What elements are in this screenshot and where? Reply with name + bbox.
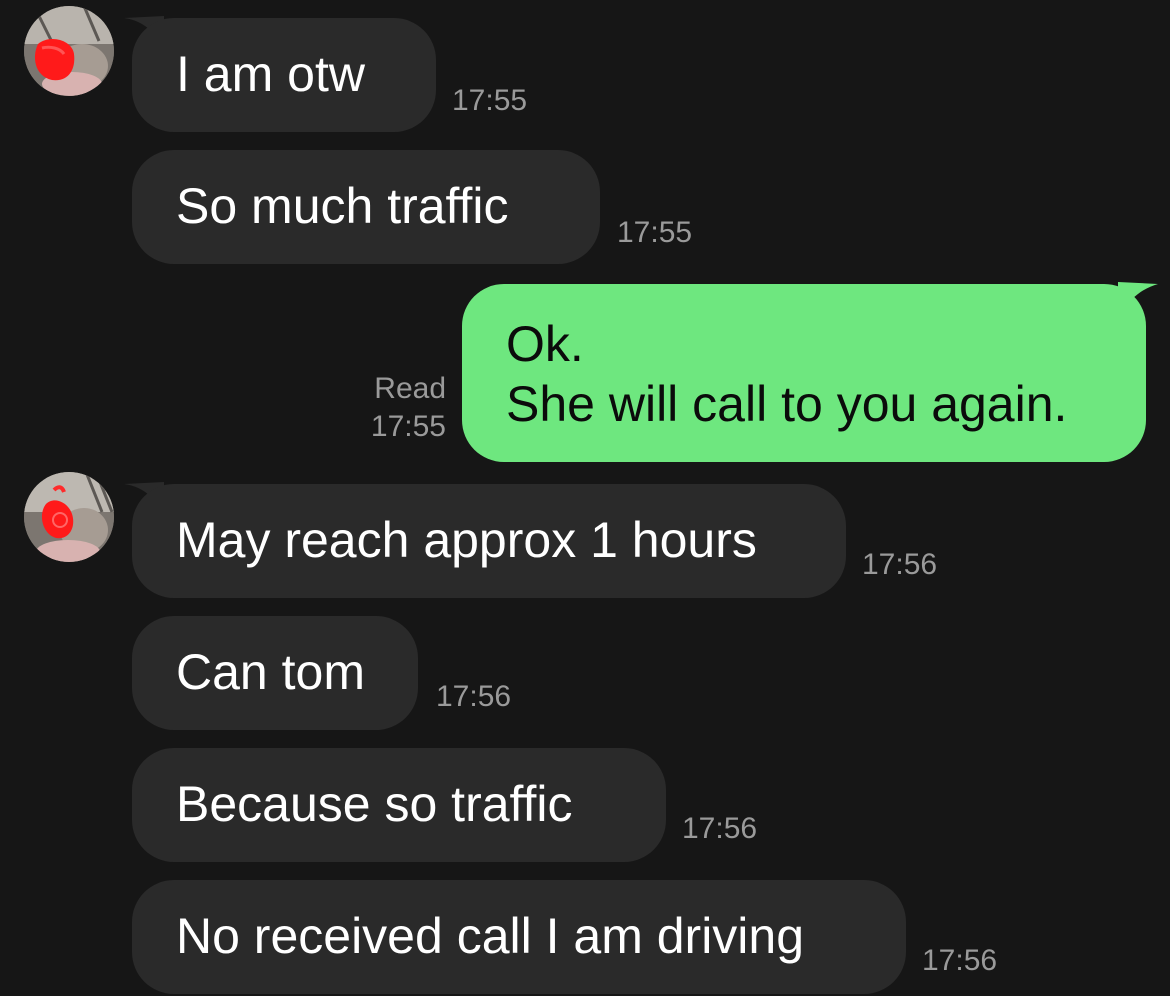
- message-timestamp: 17:56: [436, 680, 512, 713]
- contact-avatar-icon[interactable]: [24, 6, 114, 96]
- avatar-photo: [24, 6, 114, 96]
- message-timestamp: 17:55: [452, 84, 528, 117]
- read-status: Read: [374, 372, 446, 405]
- message-timestamp: 17:55: [370, 410, 446, 443]
- message-text: No received call I am driving: [176, 908, 805, 964]
- message-text: So much traffic: [176, 178, 509, 234]
- message-bubble-outgoing[interactable]: Ok. She will call to you again.: [462, 284, 1146, 462]
- message-text-line: She will call to you again.: [506, 376, 1068, 432]
- contact-avatar-icon[interactable]: [24, 472, 114, 562]
- message-text-line: Ok.: [506, 316, 584, 372]
- message-bubble-incoming[interactable]: I am otw: [132, 18, 436, 132]
- message-bubble-incoming[interactable]: May reach approx 1 hours: [132, 484, 846, 598]
- message-text: I am otw: [176, 46, 365, 102]
- message-bubble-incoming[interactable]: Can tom: [132, 616, 418, 730]
- avatar-photo: [24, 472, 114, 562]
- message-bubble-incoming[interactable]: So much traffic: [132, 150, 600, 264]
- message-text: Because so traffic: [176, 776, 573, 832]
- message-timestamp: 17:55: [617, 216, 693, 249]
- chat-thread[interactable]: I am otw 17:55 So much traffic 17:55 Rea…: [0, 0, 1170, 996]
- message-text: May reach approx 1 hours: [176, 512, 757, 568]
- message-bubble-incoming[interactable]: No received call I am driving: [132, 880, 906, 994]
- message-bubble-incoming[interactable]: Because so traffic: [132, 748, 666, 862]
- message-timestamp: 17:56: [922, 944, 998, 977]
- message-text: Can tom: [176, 644, 365, 700]
- read-receipt: Read 17:55: [326, 370, 446, 446]
- message-timestamp: 17:56: [682, 812, 758, 845]
- bubble-tail: [1118, 282, 1158, 316]
- message-timestamp: 17:56: [862, 548, 938, 581]
